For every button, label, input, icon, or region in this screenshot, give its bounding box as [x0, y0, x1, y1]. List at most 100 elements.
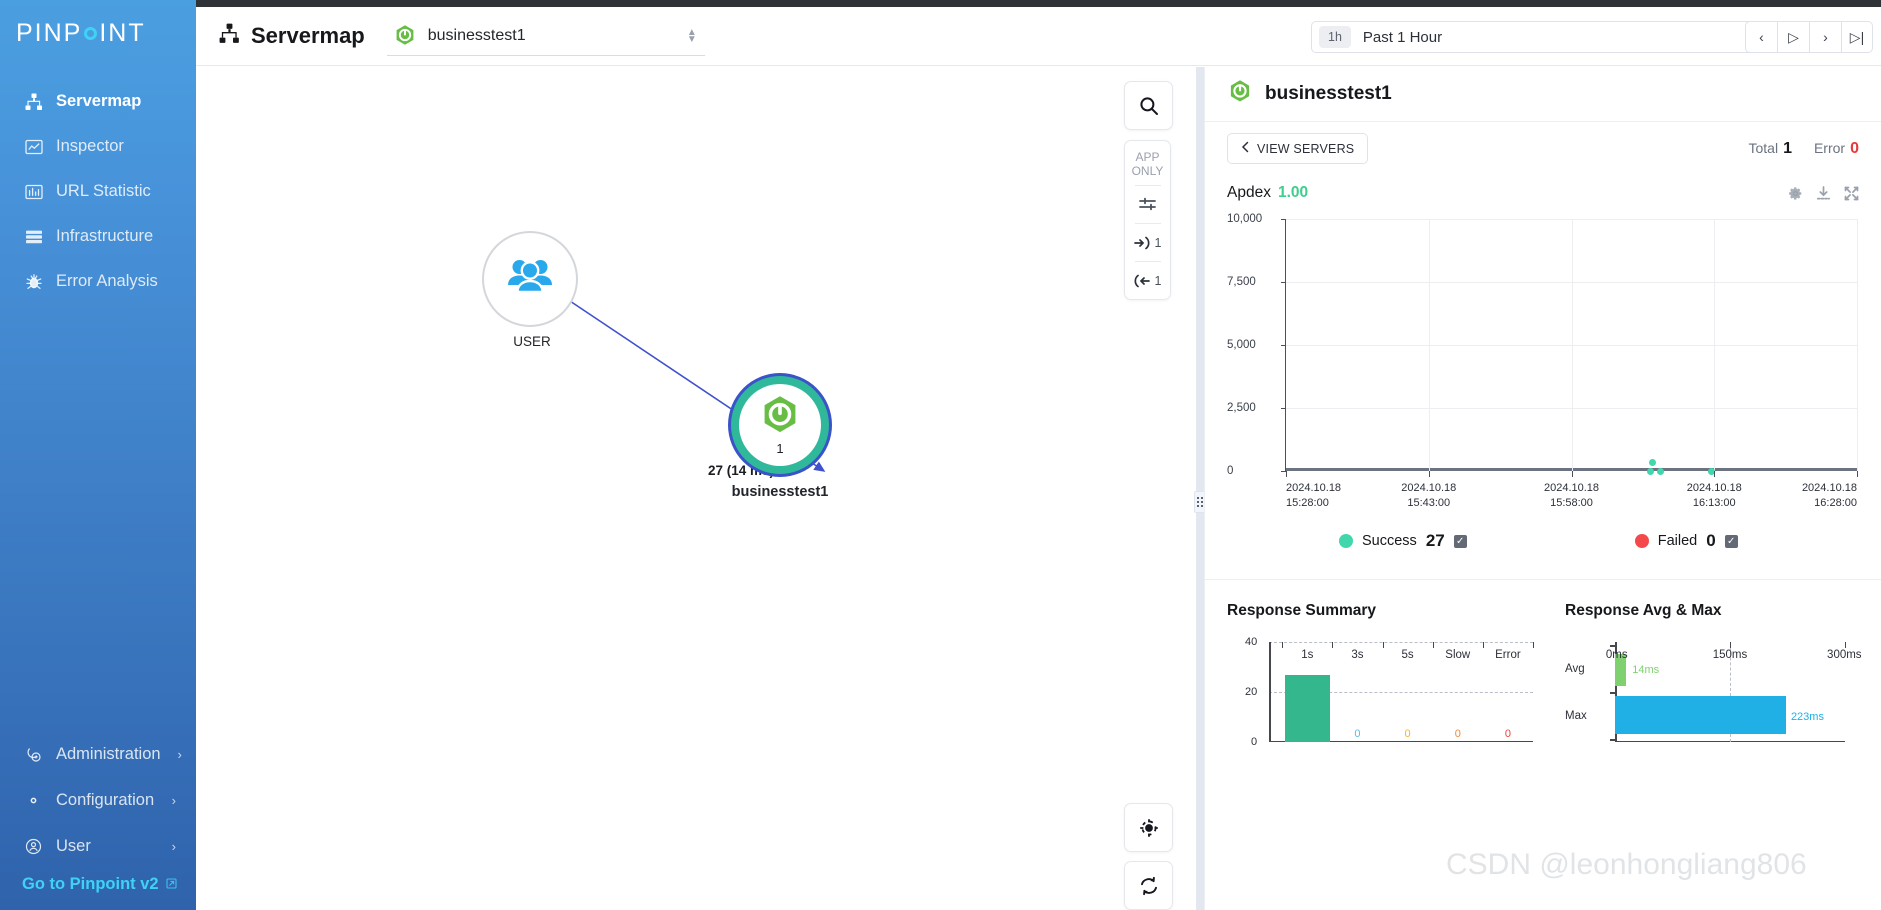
- time-range-selector[interactable]: 1h Past 1 Hour: [1311, 21, 1763, 53]
- error-count: Error 0: [1813, 139, 1859, 157]
- sidebar: PINP INT Servermap Inspector URL Statisti…: [0, 0, 196, 910]
- chevron-right-icon: ›: [171, 792, 176, 808]
- sidebar-item-label: Servermap: [56, 92, 142, 110]
- legend-checkbox[interactable]: ✓: [1724, 534, 1738, 548]
- crosshair-icon: [1125, 804, 1172, 851]
- brand-logo[interactable]: PINP INT: [0, 0, 196, 66]
- total-count: Total 1: [1748, 139, 1792, 157]
- apdex-chart[interactable]: 10,000 7,500 5,000 2,500 0 2024.10.18 15…: [1227, 213, 1859, 519]
- panel-splitter[interactable]: [1194, 67, 1206, 910]
- page-title: Servermap: [219, 23, 365, 50]
- total-value: 1: [1783, 139, 1792, 157]
- y-axis-tick: 7,500: [1227, 276, 1256, 288]
- bar-value-label: 14ms: [1632, 664, 1660, 676]
- x-axis-tick: Slow: [1445, 649, 1471, 661]
- response-avg-max-plot: 14ms 223ms 0ms 150ms 300ms: [1606, 642, 1862, 742]
- download-icon[interactable]: [1816, 185, 1831, 201]
- time-play-button[interactable]: ▷: [1777, 21, 1809, 53]
- servermap-refresh-button[interactable]: [1124, 861, 1173, 910]
- bar-max: [1615, 696, 1786, 734]
- x-axis-tick: 5s: [1401, 649, 1414, 661]
- pinpoint-app: PINP INT Servermap Inspector URL Statisti…: [0, 0, 1881, 910]
- time-prev-button[interactable]: ‹: [1745, 21, 1777, 53]
- outbound-value: 1: [1154, 273, 1162, 288]
- error-value: 0: [1850, 139, 1859, 157]
- sidebar-item-user[interactable]: User ›: [0, 823, 196, 869]
- servermap-filter-panel[interactable]: APP ONLY 1 1: [1124, 140, 1171, 300]
- sidebar-item-inspector[interactable]: Inspector: [0, 124, 196, 169]
- v2-link-label: Go to Pinpoint v2: [22, 875, 159, 893]
- sitemap-icon: [219, 23, 240, 50]
- sidebar-item-label: User: [56, 836, 91, 855]
- response-summary-plot: 27 0 0 0 0 1s 3s 5s Slow Error: [1269, 642, 1534, 742]
- app-node-ring: 1: [728, 373, 832, 477]
- gear-icon[interactable]: [1788, 186, 1803, 201]
- spring-boot-icon: [393, 24, 417, 48]
- servermap-edges: [548, 286, 826, 472]
- response-avg-max-chart[interactable]: Avg Max 14ms 223ms 0ms 150ms 300ms: [1565, 642, 1881, 772]
- sidebar-item-infrastructure[interactable]: Infrastructure: [0, 214, 196, 259]
- top-dark-strip: [0, 0, 1881, 7]
- legend-value: 27: [1425, 531, 1445, 550]
- legend-item-failed[interactable]: Failed 0 ✓: [1634, 531, 1738, 551]
- filter-sliders-icon[interactable]: [1124, 186, 1171, 223]
- x-axis-tick: 2024.10.18 16:13:00: [1686, 482, 1742, 509]
- expand-icon[interactable]: [1844, 186, 1859, 201]
- chevron-right-icon: ›: [171, 838, 176, 854]
- app-node-ring-inner: 1: [731, 376, 829, 474]
- servermap-search-button[interactable]: [1124, 81, 1173, 130]
- search-icon: [1125, 82, 1172, 129]
- sidebar-item-label: Infrastructure: [56, 227, 154, 245]
- grip-dots: [1197, 497, 1199, 507]
- application-selector[interactable]: businesstest1 ▲ ▼: [386, 16, 705, 56]
- sidebar-item-servermap[interactable]: Servermap: [0, 79, 196, 124]
- servermap-node-user[interactable]: USER: [482, 231, 582, 349]
- x-axis-tick: Error: [1495, 649, 1521, 661]
- gridline: [1571, 219, 1573, 471]
- legend-checkbox[interactable]: ✓: [1453, 534, 1467, 548]
- response-summary-chart[interactable]: 40 20 0 27 0 0 0 0 1s 3s 5s Slow Error: [1227, 636, 1543, 772]
- apdex-header: Apdex 1.00: [1227, 175, 1859, 211]
- servermap-center-button[interactable]: [1124, 803, 1173, 852]
- apdex-toolbar: [1788, 185, 1859, 201]
- servermap-node-app[interactable]: 1 businesstest1: [728, 373, 832, 500]
- bottom-charts: Response Summary 40 20 0 27 0 0 0 0 1s 3…: [1205, 580, 1881, 772]
- detail-panel-header: businesstest1: [1205, 67, 1881, 122]
- time-latest-button[interactable]: ▷|: [1841, 21, 1873, 53]
- sidebar-item-label: Administration: [56, 744, 161, 763]
- gridline: [1857, 219, 1858, 471]
- inbound-value: 1: [1154, 235, 1162, 250]
- bug-icon: [24, 272, 43, 291]
- sidebar-item-error-analysis[interactable]: Error Analysis: [0, 259, 196, 304]
- legend-item-success[interactable]: Success 27 ✓: [1339, 531, 1467, 551]
- inbound-count[interactable]: 1: [1124, 224, 1171, 261]
- app-node-center: 1: [739, 384, 821, 466]
- sidebar-item-configuration[interactable]: Configuration ›: [0, 777, 196, 823]
- sidebar-bottom-nav: Administration › Configuration › User › …: [0, 731, 196, 910]
- time-next-button[interactable]: ›: [1809, 21, 1841, 53]
- sidebar-item-administration[interactable]: Administration ›: [0, 731, 196, 777]
- chevron-up-down-icon: ▲ ▼: [686, 26, 697, 45]
- data-point: [1657, 468, 1665, 475]
- x-axis-tick: 2024.10.18 16:28:00: [1801, 482, 1857, 509]
- server-stack-icon: [24, 227, 43, 246]
- sidebar-item-label: Inspector: [56, 137, 124, 155]
- user-node-circle: [482, 231, 578, 327]
- go-to-pinpoint-v2-link[interactable]: Go to Pinpoint v2: [0, 875, 196, 894]
- y-axis-tick: 0: [1251, 736, 1258, 748]
- servermap-canvas[interactable]: USER 27 (14 ms) 1 businesstest1 APP ONLY…: [196, 67, 1200, 910]
- view-servers-button[interactable]: VIEW SERVERS: [1227, 133, 1369, 164]
- response-summary-title: Response Summary: [1227, 602, 1377, 619]
- bar-chart-icon: [24, 182, 43, 201]
- legend-label: Success: [1362, 533, 1417, 549]
- spring-boot-icon: [1227, 79, 1253, 110]
- detail-panel-title: businesstest1: [1265, 83, 1392, 104]
- app-only-label: APP ONLY: [1131, 150, 1164, 178]
- sidebar-item-url-statistic[interactable]: URL Statistic: [0, 169, 196, 214]
- brand-logo-dot-icon: [84, 26, 98, 40]
- panel-counts: Total 1 Error 0: [1748, 140, 1859, 158]
- outbound-count[interactable]: 1: [1124, 262, 1171, 299]
- apdex-value: 1.00: [1277, 184, 1309, 201]
- user-circle-icon: [24, 837, 43, 856]
- view-servers-label: VIEW SERVERS: [1257, 141, 1355, 156]
